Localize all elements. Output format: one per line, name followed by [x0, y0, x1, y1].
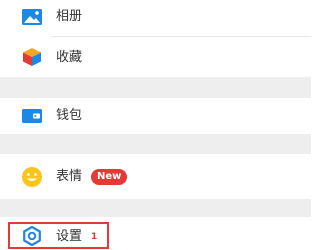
- menu-label-wallet: 钱包: [56, 108, 83, 123]
- photo-album-icon: [20, 5, 44, 29]
- menu-item-emoji[interactable]: 表情 New: [0, 154, 311, 199]
- section-gap: [0, 199, 311, 217]
- menu-item-favorites[interactable]: 收藏: [0, 37, 311, 77]
- section-gap: [0, 134, 311, 154]
- menu-item-album[interactable]: 相册: [0, 0, 311, 34]
- menu-label-emoji: 表情: [56, 169, 83, 184]
- emoji-face-icon: [20, 165, 44, 189]
- favorites-cube-icon: [20, 45, 44, 69]
- menu-item-wallet[interactable]: 钱包: [0, 98, 311, 134]
- menu-label-favorites: 收藏: [56, 50, 83, 65]
- menu-label-album: 相册: [56, 9, 83, 24]
- step-number-marker: 1: [91, 232, 98, 242]
- section-gap: [0, 77, 311, 98]
- wallet-icon: [20, 104, 44, 128]
- new-badge: New: [91, 169, 128, 185]
